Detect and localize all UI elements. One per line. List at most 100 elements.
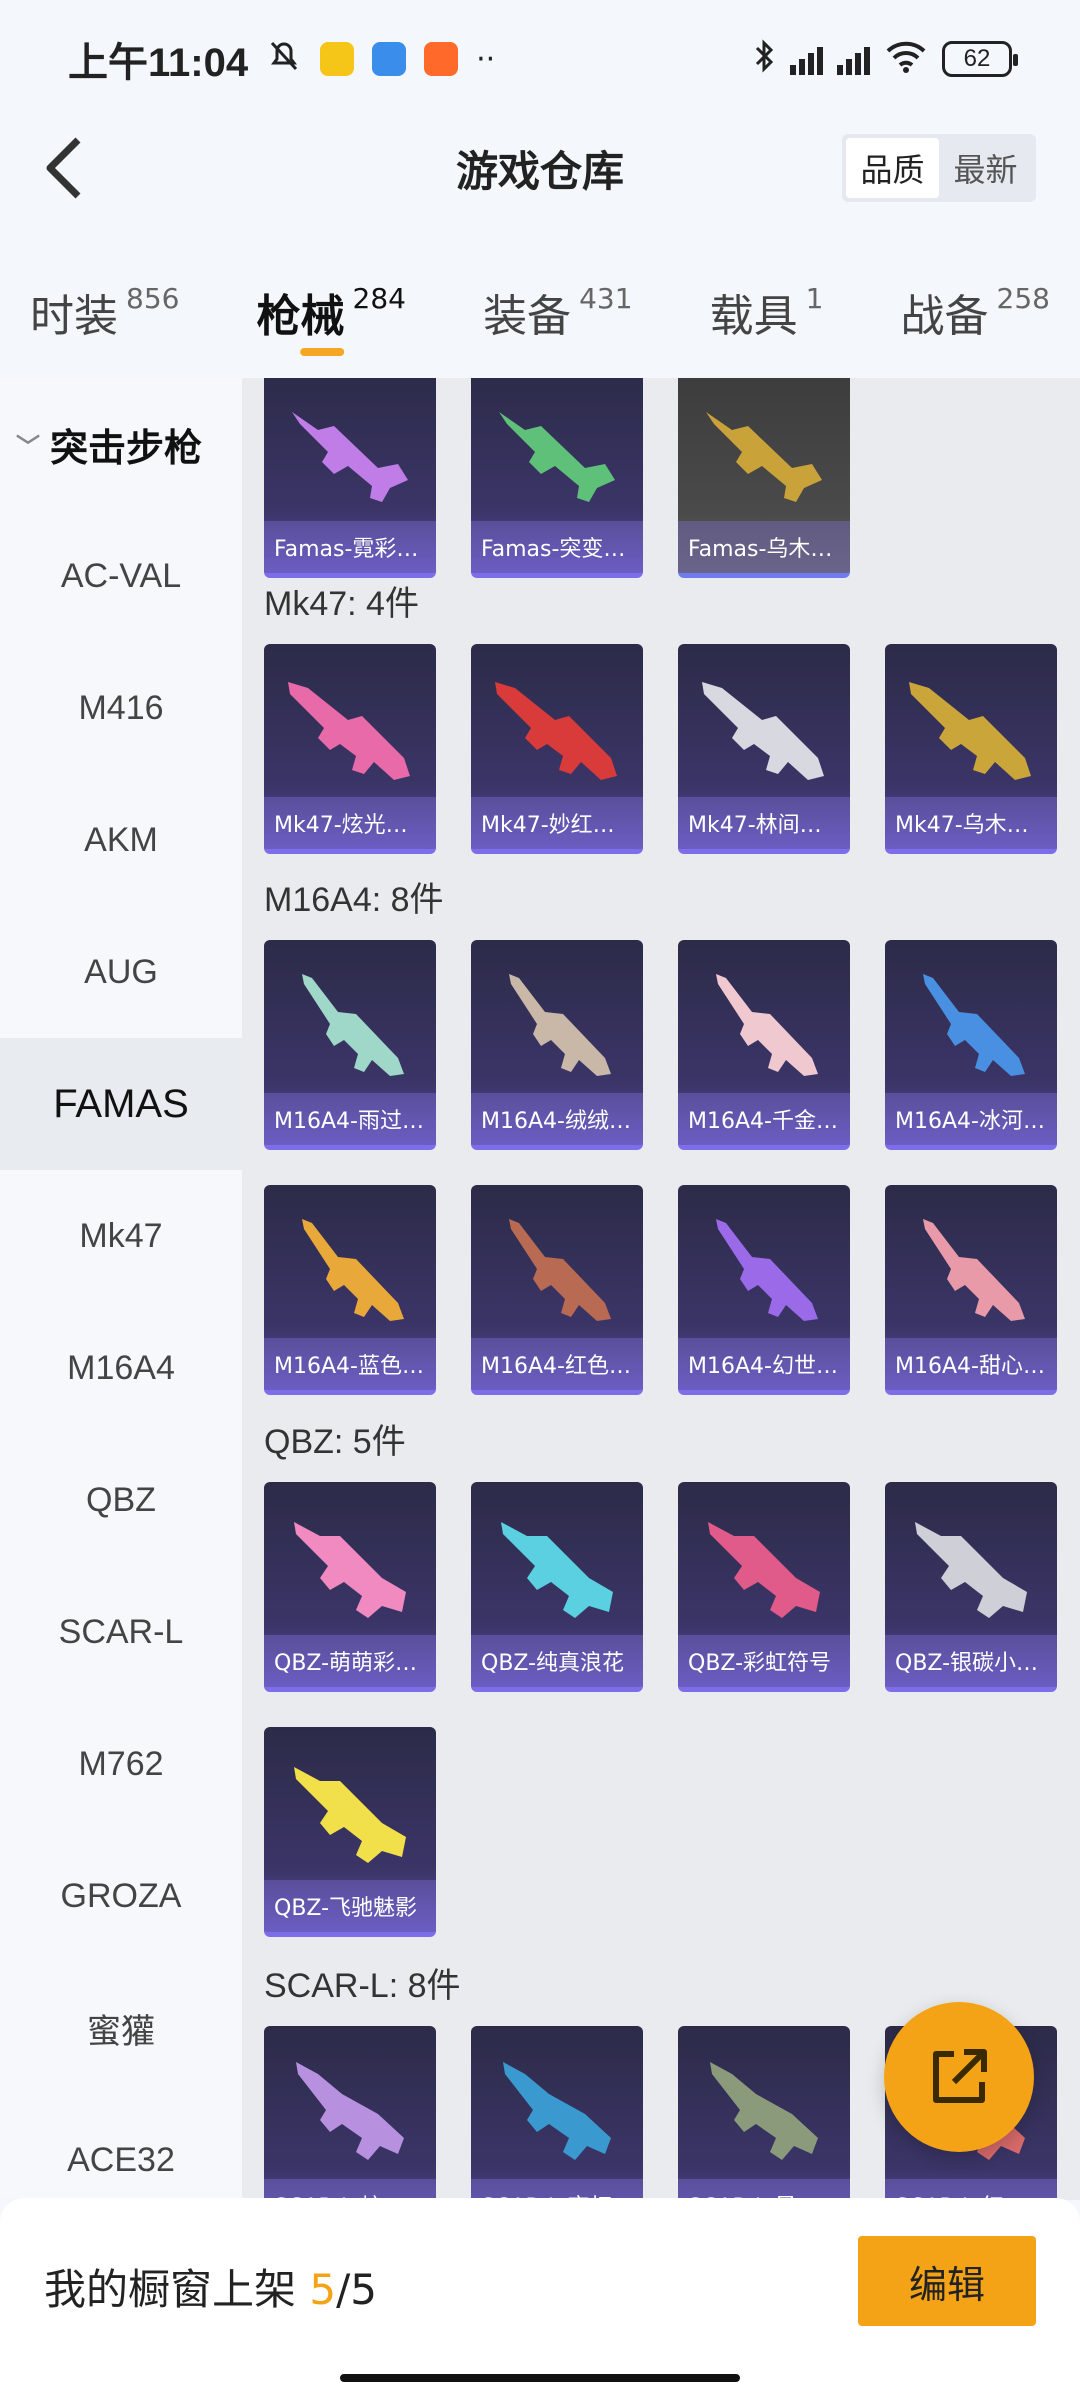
skin-card[interactable]: SCAR-L-星… xyxy=(678,2026,850,2200)
skin-card[interactable]: M16A4-甜心… xyxy=(885,1185,1057,1395)
skin-card[interactable]: Famas-乌木… xyxy=(678,378,850,578)
category-tabs: 时装 856 枪械 284 装备 431 载具 1 战备 258 xyxy=(0,250,1080,370)
skin-card[interactable]: M16A4-雨过… xyxy=(264,940,436,1150)
rifle-skin-image xyxy=(501,1522,613,1618)
sidebar-group-label: 突击步枪 xyxy=(50,425,203,470)
weapon-grid: Famas-霓彩… Famas-突变… Famas-乌木… Mk47: 4件 M… xyxy=(242,378,1080,2200)
rifle-skin-image xyxy=(716,1219,818,1321)
sort-quality-option[interactable]: 品质 xyxy=(846,138,939,198)
skin-card[interactable]: QBZ-萌萌彩… xyxy=(264,1482,436,1692)
sidebar-item-groza[interactable]: GROZA xyxy=(0,1830,242,1962)
skin-card-label: M16A4-幻世… xyxy=(678,1338,850,1390)
weapon-sidebar: ﹀ 突击步枪 AC-VAL M416 AKM AUG FAMAS Mk47 M1… xyxy=(0,378,242,2198)
skin-card-label: M16A4-冰河… xyxy=(885,1093,1057,1145)
skin-card[interactable]: QBZ-银碳小… xyxy=(885,1482,1057,1692)
sort-toggle: 品质 最新 xyxy=(842,134,1036,202)
skin-card[interactable]: M16A4-红色… xyxy=(471,1185,643,1395)
tab-firearms[interactable]: 枪械 284 xyxy=(257,250,406,370)
active-tab-indicator xyxy=(300,348,345,356)
skin-card[interactable]: Mk47-妙红… xyxy=(471,644,643,854)
sidebar-item-qbz[interactable]: QBZ xyxy=(0,1434,242,1566)
section-title-qbz: QBZ: 5件 xyxy=(264,1423,406,1461)
rifle-skin-image xyxy=(509,1219,611,1321)
sidebar-item-akm[interactable]: AKM xyxy=(0,774,242,906)
status-bar: 上午11:04 ·· 62 xyxy=(0,0,1080,118)
tab-count: 258 xyxy=(996,282,1050,315)
skin-card-label: M16A4-红色… xyxy=(471,1338,643,1390)
rifle-skin-image xyxy=(503,2062,611,2160)
rifle-skin-image xyxy=(296,2062,404,2160)
skin-card-label: QBZ-彩虹符号 xyxy=(678,1635,850,1687)
sidebar-item-mk47[interactable]: Mk47 xyxy=(0,1170,242,1302)
skin-card-label: Famas-突变… xyxy=(471,521,643,573)
header: 游戏仓库 品质 最新 xyxy=(0,118,1080,218)
skin-card[interactable]: Famas-突变… xyxy=(471,378,643,578)
sidebar-group-assault-rifles[interactable]: ﹀ 突击步枪 xyxy=(0,378,242,510)
skin-card-label: SCAR-L-红… xyxy=(885,2179,1057,2200)
skin-card[interactable]: QBZ-彩虹符号 xyxy=(678,1482,850,1692)
tab-label: 装备 xyxy=(483,291,572,342)
showcase-current-count: 5 xyxy=(309,2265,337,2314)
home-indicator[interactable] xyxy=(340,2374,740,2382)
skin-card[interactable]: Famas-霓彩… xyxy=(264,378,436,578)
skin-card[interactable]: Mk47-林间… xyxy=(678,644,850,854)
mute-bell-icon xyxy=(266,37,302,82)
tab-vehicles[interactable]: 载具 1 xyxy=(710,250,824,370)
sidebar-item-ace32[interactable]: ACE32 xyxy=(0,2094,242,2198)
skin-card-label: SCAR-L-炫… xyxy=(264,2179,436,2200)
skin-card[interactable]: M16A4-冰河… xyxy=(885,940,1057,1150)
sidebar-item-ac-val[interactable]: AC-VAL xyxy=(0,510,242,642)
skin-card[interactable]: M16A4-幻世… xyxy=(678,1185,850,1395)
skin-card-label: Mk47-妙红… xyxy=(471,797,643,849)
sidebar-item-famas[interactable]: FAMAS xyxy=(0,1038,242,1170)
share-fab-button[interactable] xyxy=(884,2002,1034,2152)
battery-indicator: 62 xyxy=(942,41,1018,77)
skin-card[interactable]: Mk47-炫光… xyxy=(264,644,436,854)
rifle-skin-image xyxy=(702,682,824,780)
tab-label: 战备 xyxy=(900,291,989,342)
skin-card[interactable]: QBZ-纯真浪花 xyxy=(471,1482,643,1692)
skin-card[interactable]: SCAR-L-炫… xyxy=(264,2026,436,2200)
showcase-count-separator: / xyxy=(336,2265,351,2314)
skin-card-label: SCAR-L-夜灯… xyxy=(471,2179,643,2200)
rifle-skin-image xyxy=(706,412,822,502)
rifle-skin-image xyxy=(509,974,611,1076)
tab-label: 枪械 xyxy=(256,291,345,342)
tab-fashion[interactable]: 时装 856 xyxy=(30,250,179,370)
rifle-skin-image xyxy=(909,682,1031,780)
sidebar-item-honey-badger[interactable]: 蜜獾 xyxy=(0,1962,242,2094)
showcase-label: 我的橱窗上架 xyxy=(44,2265,297,2314)
tab-combat-gear[interactable]: 战备 258 xyxy=(901,250,1050,370)
edit-button[interactable]: 编辑 xyxy=(858,2236,1036,2326)
sort-latest-option[interactable]: 最新 xyxy=(939,138,1032,198)
showcase-bar: 我的橱窗上架 5/5 编辑 xyxy=(0,2198,1080,2400)
skin-card-label: Mk47-林间… xyxy=(678,797,850,849)
sidebar-item-m762[interactable]: M762 xyxy=(0,1698,242,1830)
tab-label: 时装 xyxy=(30,291,118,342)
tab-count: 856 xyxy=(126,282,180,315)
sidebar-item-aug[interactable]: AUG xyxy=(0,906,242,1038)
skin-card[interactable]: M16A4-蓝色… xyxy=(264,1185,436,1395)
skin-card[interactable]: QBZ-飞驰魅影 xyxy=(264,1727,436,1937)
tab-label: 载具 xyxy=(709,291,798,342)
rifle-skin-image xyxy=(923,1219,1025,1321)
sidebar-item-m416[interactable]: M416 xyxy=(0,642,242,774)
shopping-notification-icon xyxy=(424,42,459,76)
skin-card-label: Famas-霓彩… xyxy=(264,521,436,573)
tab-count: 431 xyxy=(579,282,633,315)
tab-count: 1 xyxy=(805,282,824,315)
skin-card[interactable]: M16A4-千金… xyxy=(678,940,850,1150)
skin-card[interactable]: SCAR-L-夜灯… xyxy=(471,2026,643,2200)
skin-card-label: M16A4-千金… xyxy=(678,1093,850,1145)
section-title-scar-l: SCAR-L: 8件 xyxy=(264,1967,461,2005)
sidebar-item-scar-l[interactable]: SCAR-L xyxy=(0,1566,242,1698)
rifle-skin-image xyxy=(495,682,617,780)
skin-card-label: Mk47-炫光… xyxy=(264,797,436,849)
rifle-skin-image xyxy=(708,1522,820,1618)
tab-equipment[interactable]: 装备 431 xyxy=(483,250,632,370)
rifle-skin-image xyxy=(499,412,615,502)
chevron-down-icon: ﹀ xyxy=(16,432,40,461)
skin-card[interactable]: M16A4-绒绒… xyxy=(471,940,643,1150)
sidebar-item-m16a4[interactable]: M16A4 xyxy=(0,1302,242,1434)
skin-card[interactable]: Mk47-乌木… xyxy=(885,644,1057,854)
